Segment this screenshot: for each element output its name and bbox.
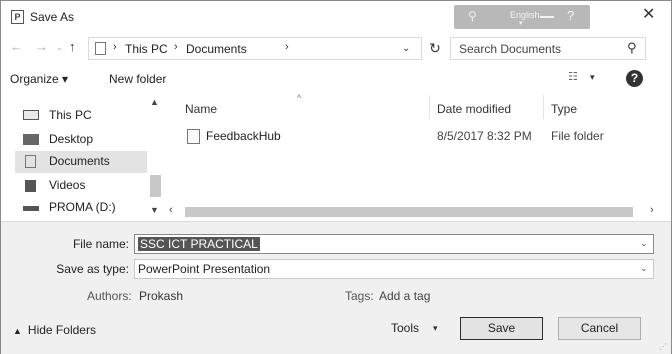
tags-field[interactable]: Add a tag xyxy=(379,289,430,303)
file-name-value[interactable]: SSC ICT PRACTICAL xyxy=(138,237,260,251)
chevron-down-icon[interactable]: ⌄ xyxy=(640,263,648,274)
recent-locations-button[interactable]: ⌄ xyxy=(56,43,63,52)
sidebar-item-label: Videos xyxy=(49,178,86,192)
file-name-label: File name: xyxy=(72,237,129,251)
title-bar: P Save As ⚲ English ▾ ? ✕ xyxy=(1,1,671,33)
sidebar-item-videos[interactable]: Videos xyxy=(15,175,147,197)
column-divider[interactable] xyxy=(429,95,430,119)
file-name-field[interactable]: SSC ICT PRACTICAL ⌄ xyxy=(134,234,654,254)
save-as-dialog: P Save As ⚲ English ▾ ? ✕ ← → ⌄ ↑ › This… xyxy=(0,0,672,354)
sidebar-item-label: This PC xyxy=(49,108,92,122)
breadcrumb-separator[interactable]: › xyxy=(174,41,178,53)
help-icon[interactable]: ? xyxy=(567,8,574,23)
sort-ascending-icon: ^ xyxy=(297,93,302,103)
minimize-icon[interactable] xyxy=(540,16,554,18)
language-label[interactable]: English xyxy=(510,10,540,20)
drive-icon xyxy=(23,206,39,211)
authors-label: Authors: xyxy=(87,289,132,303)
back-button[interactable]: ← xyxy=(10,39,23,54)
resize-grip-icon[interactable]: ⋰ xyxy=(659,342,667,351)
save-form: File name: SSC ICT PRACTICAL ⌄ Save as t… xyxy=(1,221,671,354)
file-list: Name ^ Date modified Type FeedbackHub 8/… xyxy=(163,93,671,221)
column-header-date-modified[interactable]: Date modified xyxy=(437,102,511,116)
sidebar-item-label: PROMA (D:) xyxy=(49,200,116,214)
horizontal-scrollbar[interactable]: ‹ › xyxy=(163,203,671,219)
save-as-type-label: Save as type: xyxy=(56,262,129,276)
scrollbar-thumb[interactable] xyxy=(150,175,161,197)
breadcrumb-separator[interactable]: › xyxy=(113,41,117,53)
language-bar[interactable]: ⚲ English ▾ ? xyxy=(454,5,590,29)
save-as-type-value[interactable]: PowerPoint Presentation xyxy=(138,262,270,276)
close-button[interactable]: ✕ xyxy=(642,7,655,23)
scroll-up-icon[interactable]: ▲ xyxy=(150,97,159,107)
help-icon[interactable]: ? xyxy=(626,70,643,87)
sidebar-scrollbar[interactable]: ▲ ▼ xyxy=(148,93,162,221)
file-date-modified: 8/5/2017 8:32 PM xyxy=(437,129,532,143)
folder-icon xyxy=(187,129,200,144)
column-header-name[interactable]: Name xyxy=(185,102,217,116)
column-header-type[interactable]: Type xyxy=(551,102,577,116)
chevron-down-icon: ▾ xyxy=(519,20,523,27)
documents-icon xyxy=(25,155,36,168)
videos-icon xyxy=(25,180,36,192)
tools-button[interactable]: Tools xyxy=(391,321,419,335)
navigation-pane: This PC Desktop Documents Videos PROMA (… xyxy=(1,93,163,221)
authors-value[interactable]: Prokash xyxy=(139,289,183,303)
search-input[interactable]: Search Documents ⚲ xyxy=(450,37,646,60)
sidebar-item-desktop[interactable]: Desktop xyxy=(15,129,147,151)
scroll-right-icon[interactable]: › xyxy=(650,204,654,216)
chevron-down-icon[interactable]: ⌄ xyxy=(402,43,410,54)
chevron-down-icon[interactable]: ▾ xyxy=(590,72,595,83)
scroll-left-icon[interactable]: ‹ xyxy=(169,204,173,216)
breadcrumb-this-pc[interactable]: This PC xyxy=(125,42,168,56)
chevron-down-icon[interactable]: ▾ xyxy=(433,323,438,334)
sidebar-item-label: Documents xyxy=(49,154,110,168)
powerpoint-icon: P xyxy=(11,10,24,24)
cancel-button[interactable]: Cancel xyxy=(558,317,641,340)
sidebar-item-label: Desktop xyxy=(49,132,94,146)
organize-button[interactable]: Organize ▾ xyxy=(10,72,68,86)
desktop-icon xyxy=(23,134,39,145)
sidebar-item-documents[interactable]: Documents xyxy=(15,151,147,173)
sidebar-item-this-pc[interactable]: This PC xyxy=(15,105,147,127)
new-folder-button[interactable]: New folder xyxy=(109,72,166,86)
command-bar: Organize ▾ New folder ☷ ▾ ? xyxy=(1,63,671,93)
address-bar[interactable]: › This PC › Documents › ⌄ xyxy=(88,37,422,60)
scrollbar-thumb[interactable] xyxy=(185,207,633,217)
chevron-down-icon[interactable]: ⌄ xyxy=(640,238,648,249)
forward-button[interactable]: → xyxy=(35,39,48,54)
file-type: File folder xyxy=(551,129,604,143)
view-options-icon[interactable]: ☷ xyxy=(568,70,578,83)
search-icon[interactable]: ⚲ xyxy=(627,40,637,56)
search-placeholder[interactable]: Search Documents xyxy=(459,42,561,56)
sidebar-item-proma-drive[interactable]: PROMA (D:) xyxy=(15,197,147,219)
tags-label: Tags: xyxy=(345,289,374,303)
up-button[interactable]: ↑ xyxy=(69,39,76,54)
refresh-button[interactable]: ↻ xyxy=(424,37,446,60)
scroll-down-icon[interactable]: ▼ xyxy=(150,205,159,215)
file-name[interactable]: FeedbackHub xyxy=(206,129,281,143)
list-item[interactable]: FeedbackHub 8/5/2017 8:32 PM File folder xyxy=(179,126,671,146)
save-button[interactable]: Save xyxy=(460,317,543,340)
documents-icon xyxy=(95,42,106,55)
hide-folders-button[interactable]: ▲ Hide Folders xyxy=(13,323,96,337)
breadcrumb-documents[interactable]: Documents xyxy=(186,42,247,56)
column-divider[interactable] xyxy=(543,95,544,119)
computer-icon xyxy=(23,110,39,120)
chevron-up-icon: ▲ xyxy=(13,326,22,336)
hide-folders-label: Hide Folders xyxy=(27,323,96,337)
breadcrumb-separator[interactable]: › xyxy=(285,41,289,53)
address-row: ← → ⌄ ↑ › This PC › Documents › ⌄ ↻ Sear… xyxy=(1,33,671,63)
search-icon[interactable]: ⚲ xyxy=(468,9,477,23)
window-title: Save As xyxy=(30,10,75,24)
save-as-type-select[interactable]: PowerPoint Presentation ⌄ xyxy=(134,259,654,279)
